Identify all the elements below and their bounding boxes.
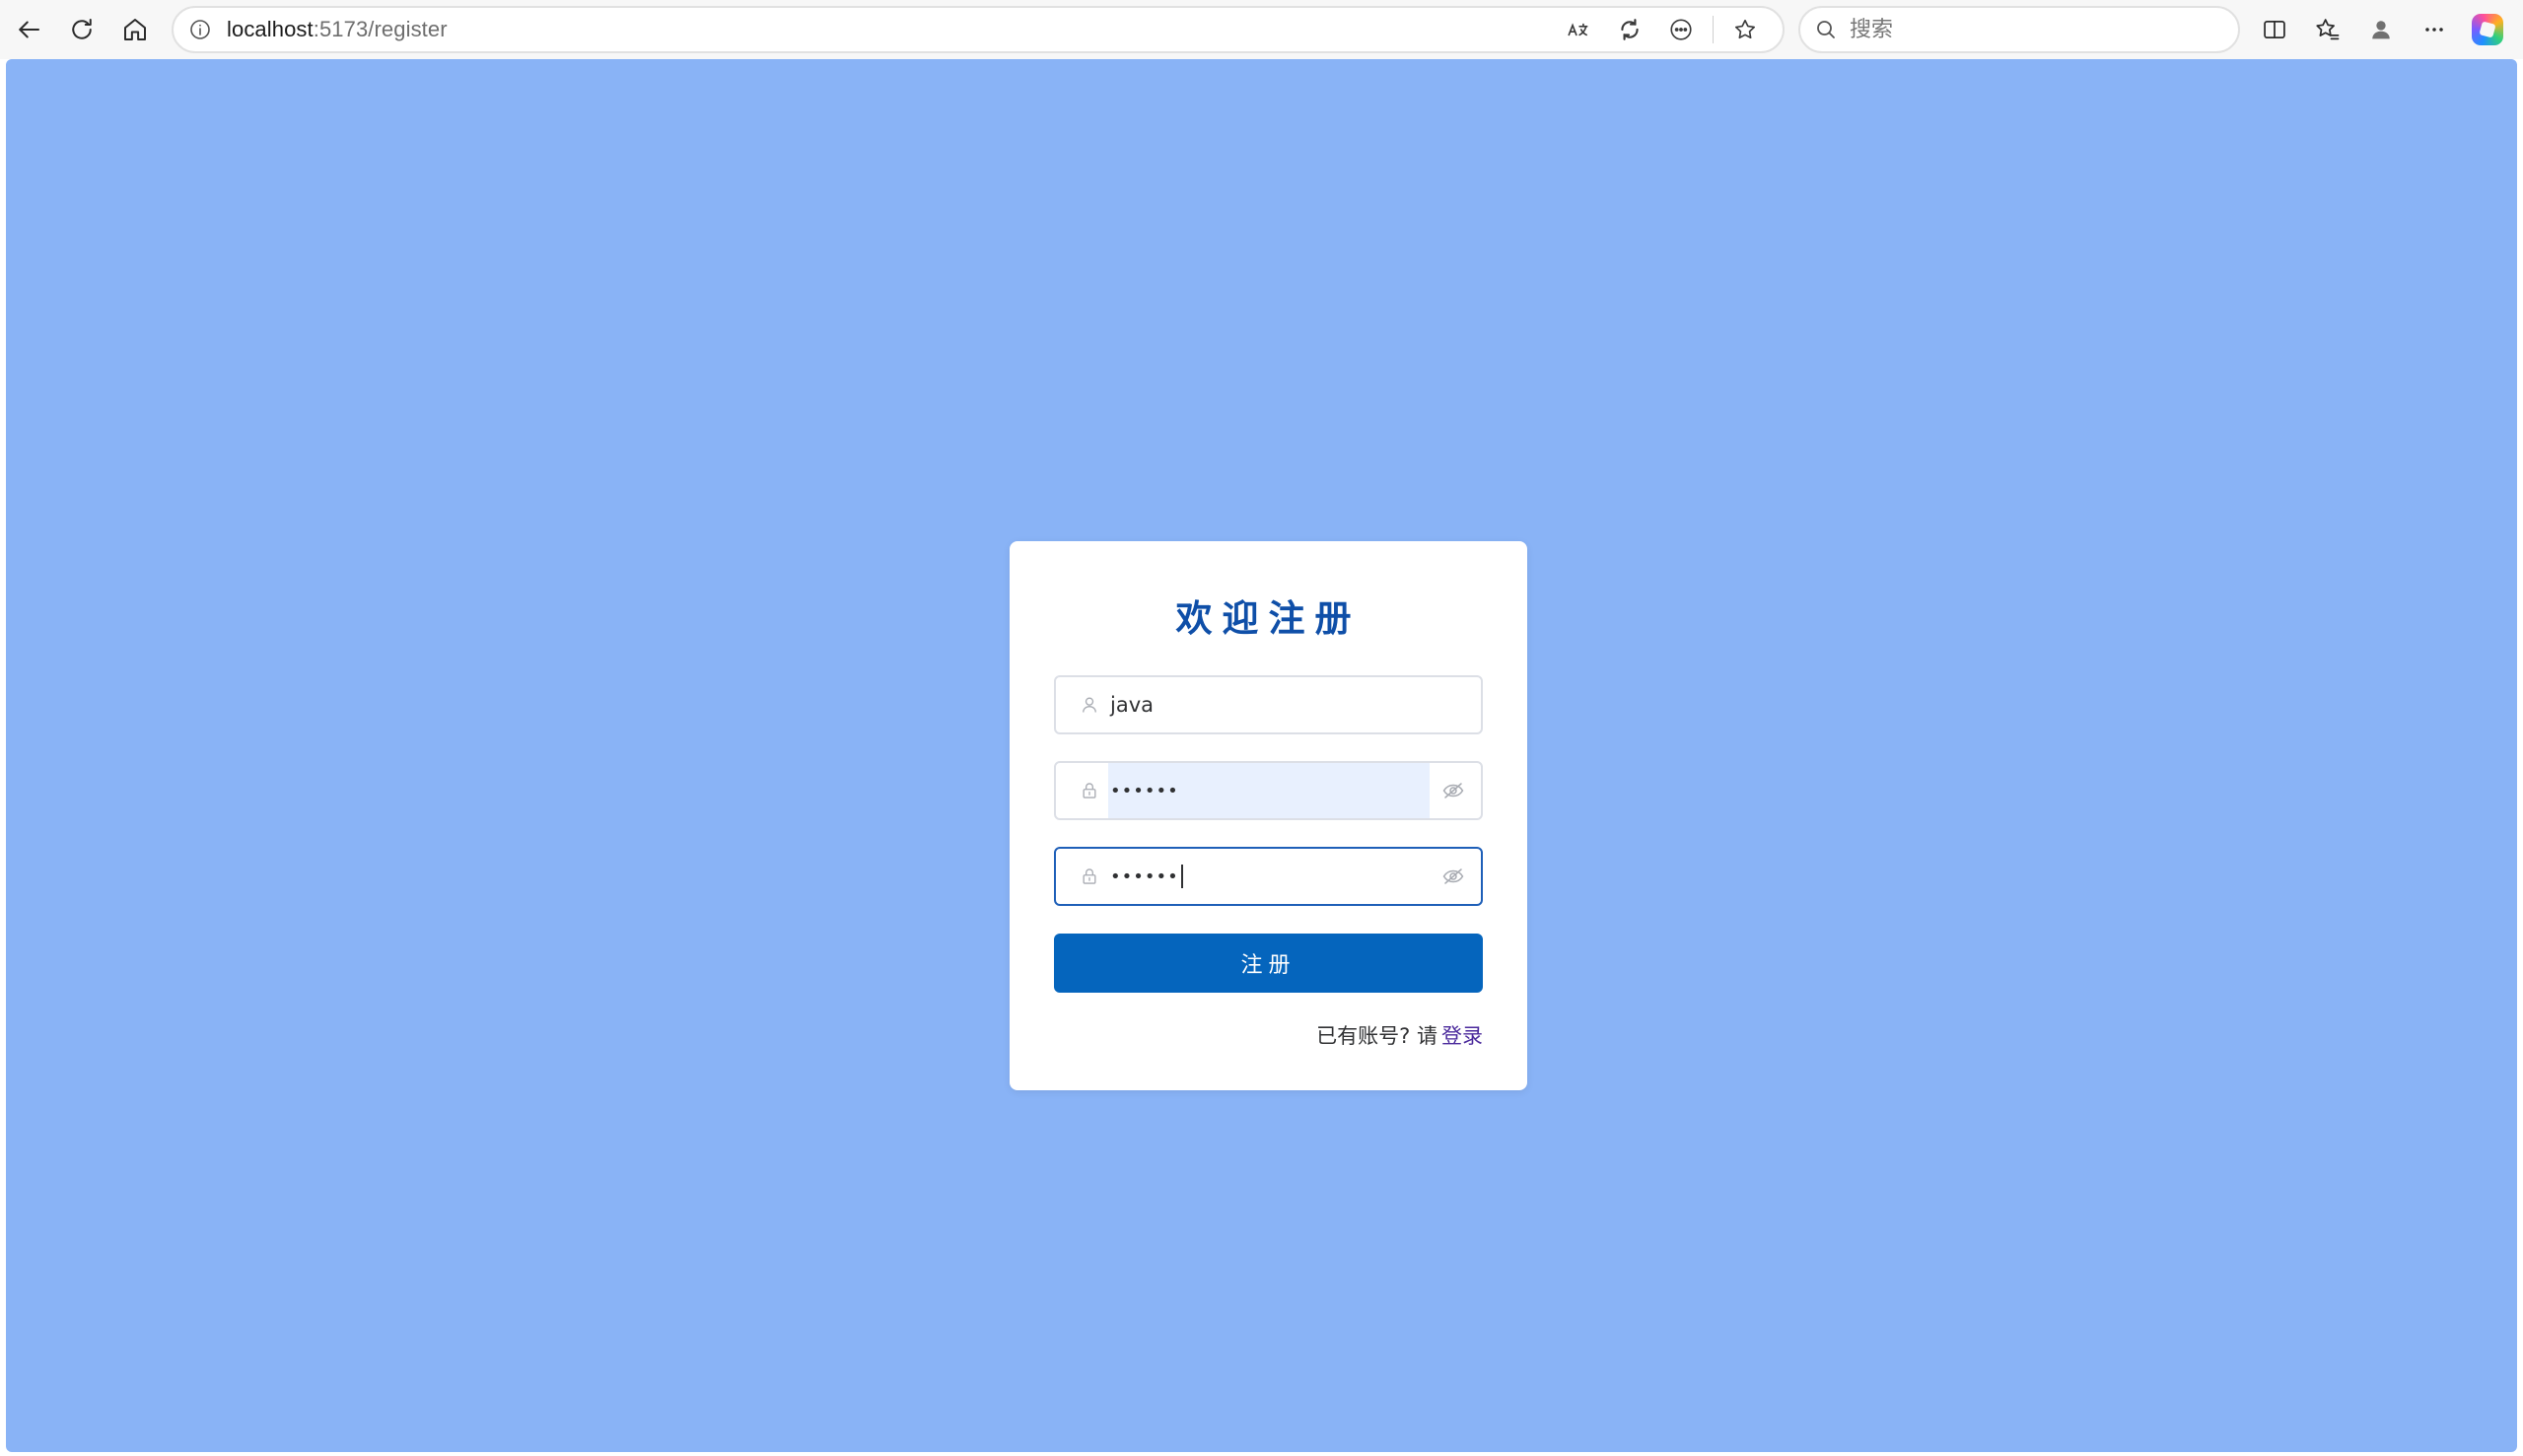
search-icon <box>1812 16 1840 43</box>
password-input[interactable]: •••••• <box>1108 763 1430 818</box>
more-circle-icon[interactable] <box>1657 8 1705 51</box>
password-value: •••••• <box>1110 780 1179 801</box>
lock-icon <box>1078 779 1101 802</box>
user-icon <box>1078 693 1101 717</box>
eye-off-icon[interactable] <box>1441 865 1465 888</box>
text-caret <box>1180 865 1183 888</box>
username-input[interactable]: java <box>1108 677 1416 732</box>
copilot-icon[interactable] <box>2461 3 2514 56</box>
page-title: 欢迎注册 <box>1175 597 1362 640</box>
login-link[interactable]: 登录 <box>1441 1024 1483 1048</box>
refresh-icon[interactable] <box>55 3 108 56</box>
refresh-shield-icon[interactable] <box>1606 8 1653 51</box>
username-field[interactable]: java <box>1054 675 1483 734</box>
search-input[interactable] <box>1850 17 2205 42</box>
page-background: 欢迎注册 java •••••• •••••• 注册 已有账号? 请 登录 <box>6 59 2517 1452</box>
split-screen-icon[interactable] <box>2248 3 2301 56</box>
browser-toolbar: localhost:5173/register <box>0 0 2523 59</box>
favorites-icon[interactable] <box>2301 3 2354 56</box>
confirm-password-field[interactable]: •••••• <box>1054 847 1483 906</box>
confirm-password-input[interactable]: •••••• <box>1108 849 1416 904</box>
nav-buttons <box>2 3 162 56</box>
login-prompt-text: 已有账号? 请 <box>1316 1024 1437 1048</box>
address-bar[interactable]: localhost:5173/register <box>172 6 1785 53</box>
star-icon[interactable] <box>1721 8 1769 51</box>
register-card: 欢迎注册 java •••••• •••••• 注册 已有账号? 请 登录 <box>1010 541 1527 1090</box>
browser-actions <box>2248 3 2514 56</box>
register-button[interactable]: 注册 <box>1054 934 1483 993</box>
eye-off-icon[interactable] <box>1441 779 1465 802</box>
confirm-password-value: •••••• <box>1110 866 1179 887</box>
address-divider <box>1713 16 1714 43</box>
more-horizontal-icon[interactable] <box>2408 3 2461 56</box>
username-value: java <box>1110 693 1154 717</box>
login-prompt: 已有账号? 请登录 <box>1316 1020 1483 1050</box>
lock-icon <box>1078 865 1101 888</box>
url-text[interactable]: localhost:5173/register <box>227 17 448 42</box>
info-icon[interactable] <box>185 15 215 44</box>
copilot-logo <box>2472 14 2503 45</box>
translate-icon[interactable] <box>1555 8 1602 51</box>
address-actions <box>1555 8 1769 51</box>
home-icon[interactable] <box>108 3 162 56</box>
url-host: localhost <box>227 17 314 41</box>
profile-icon[interactable] <box>2354 3 2408 56</box>
password-field[interactable]: •••••• <box>1054 761 1483 820</box>
url-path: :5173/register <box>313 17 448 41</box>
back-arrow-icon[interactable] <box>2 3 55 56</box>
search-box[interactable] <box>1798 6 2240 53</box>
